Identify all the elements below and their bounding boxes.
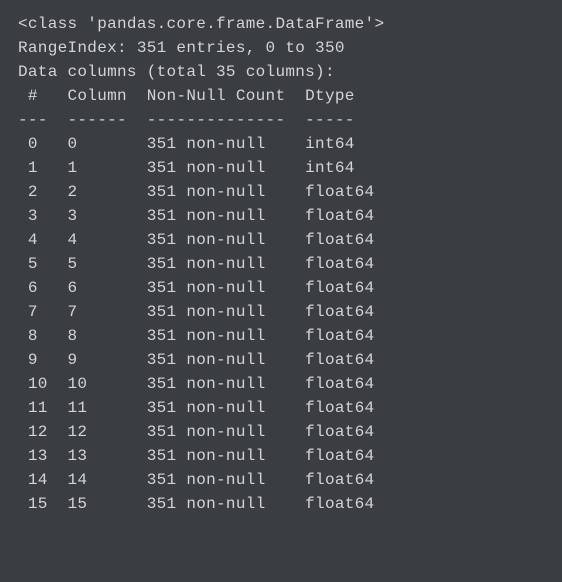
dataframe-class-line: <class 'pandas.core.frame.DataFrame'>	[18, 12, 544, 36]
terminal-output: <class 'pandas.core.frame.DataFrame'> Ra…	[18, 12, 544, 516]
table-row: 11 11 351 non-null float64	[18, 396, 544, 420]
table-row: 6 6 351 non-null float64	[18, 276, 544, 300]
table-row: 9 9 351 non-null float64	[18, 348, 544, 372]
table-row: 13 13 351 non-null float64	[18, 444, 544, 468]
columns-total-line: Data columns (total 35 columns):	[18, 60, 544, 84]
table-row: 3 3 351 non-null float64	[18, 204, 544, 228]
table-row: 7 7 351 non-null float64	[18, 300, 544, 324]
table-row: 0 0 351 non-null int64	[18, 132, 544, 156]
table-header-line: # Column Non-Null Count Dtype	[18, 84, 544, 108]
table-row: 14 14 351 non-null float64	[18, 468, 544, 492]
table-row: 12 12 351 non-null float64	[18, 420, 544, 444]
range-index-line: RangeIndex: 351 entries, 0 to 350	[18, 36, 544, 60]
table-row: 5 5 351 non-null float64	[18, 252, 544, 276]
table-row: 4 4 351 non-null float64	[18, 228, 544, 252]
table-row: 15 15 351 non-null float64	[18, 492, 544, 516]
table-row: 10 10 351 non-null float64	[18, 372, 544, 396]
table-row: 1 1 351 non-null int64	[18, 156, 544, 180]
data-rows-container: 0 0 351 non-null int64 1 1 351 non-null …	[18, 132, 544, 516]
table-separator-line: --- ------ -------------- -----	[18, 108, 544, 132]
table-row: 2 2 351 non-null float64	[18, 180, 544, 204]
table-row: 8 8 351 non-null float64	[18, 324, 544, 348]
